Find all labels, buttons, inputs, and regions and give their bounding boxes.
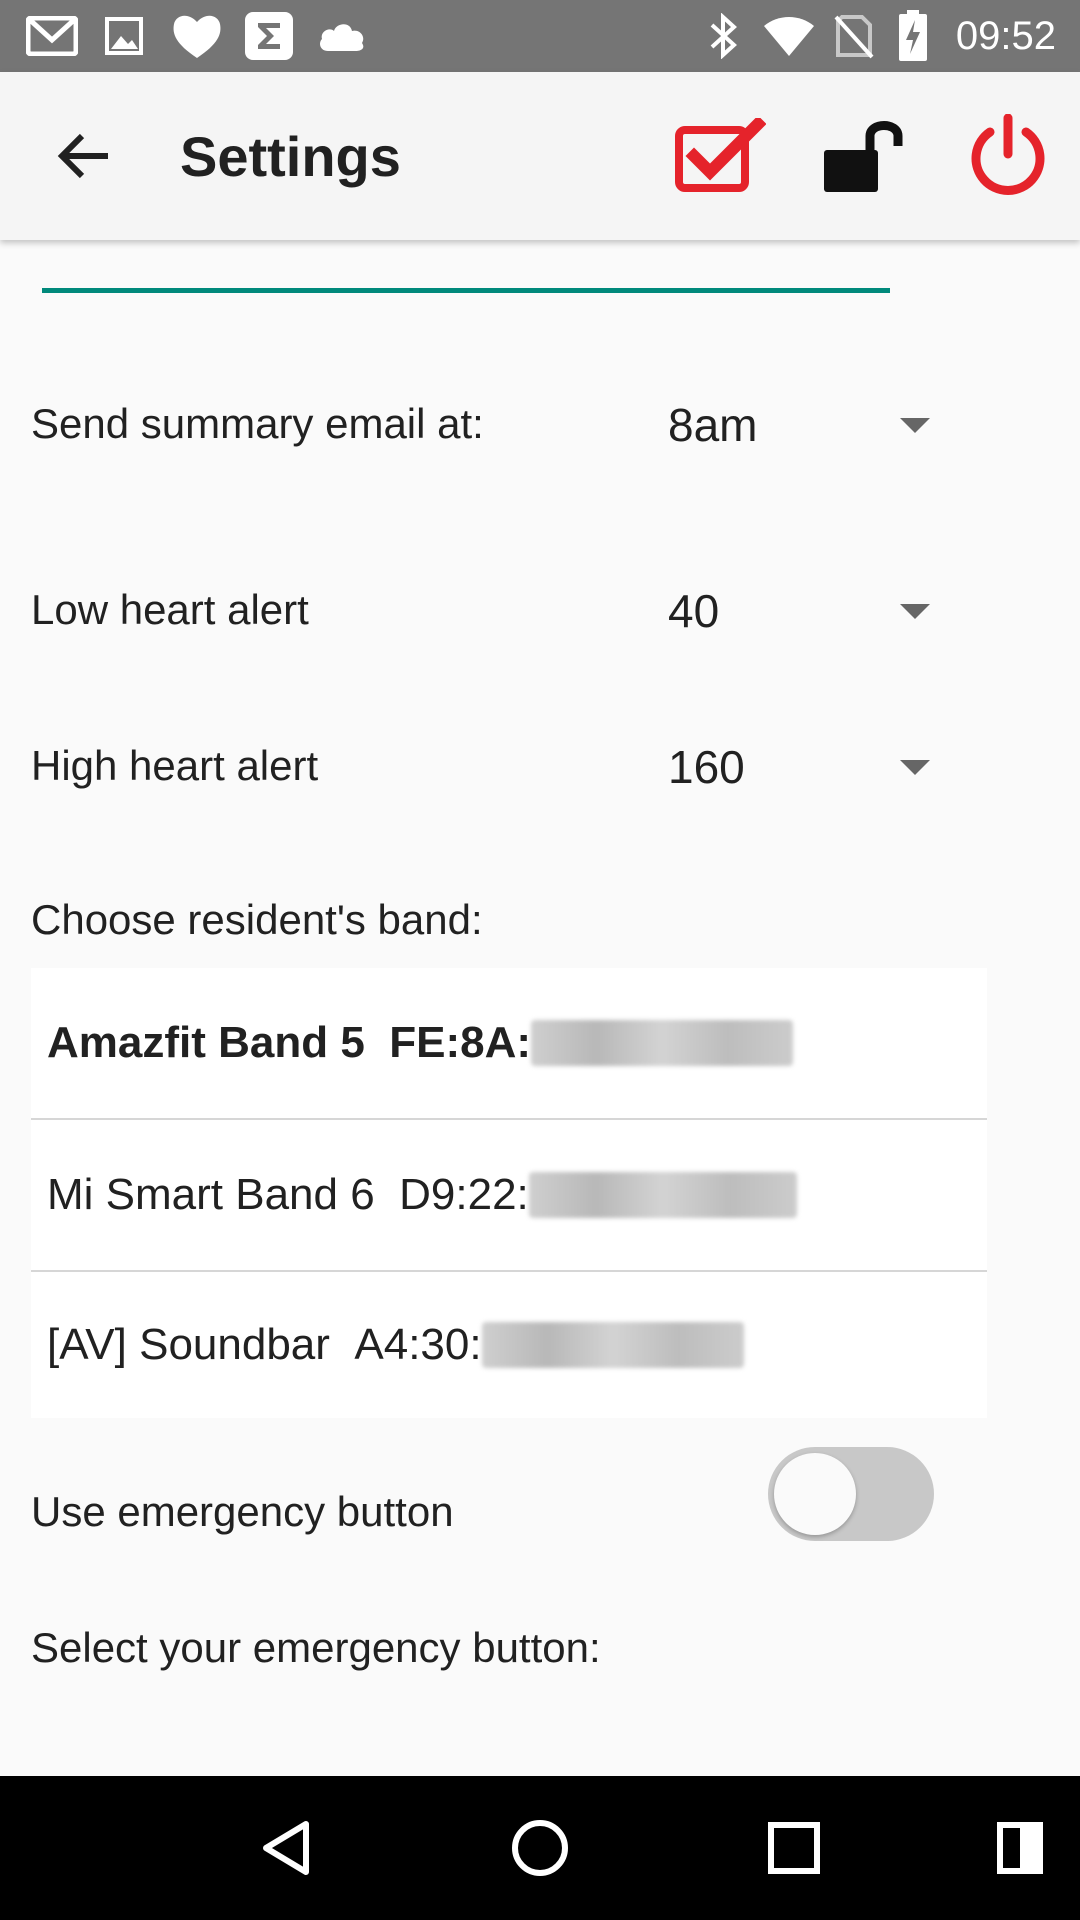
recents-square-icon bbox=[768, 1822, 820, 1874]
status-bar: 09:52 bbox=[0, 0, 1080, 72]
list-item[interactable]: Mi Smart Band 6 D9:22: bbox=[31, 1120, 987, 1272]
progress-indicator bbox=[42, 288, 890, 293]
low-heart-value: 40 bbox=[668, 585, 720, 637]
navigation-bar bbox=[0, 1776, 1080, 1920]
low-heart-spinner[interactable]: 40 bbox=[668, 561, 948, 661]
back-triangle-icon bbox=[263, 1821, 309, 1875]
band-name: [AV] Soundbar bbox=[47, 1320, 330, 1369]
summary-email-value: 8am bbox=[668, 399, 758, 451]
band-mac: FE:8A: bbox=[389, 1018, 532, 1067]
high-heart-value: 160 bbox=[668, 741, 745, 793]
heart-app-icon bbox=[170, 0, 224, 72]
page-title: Settings bbox=[180, 124, 401, 188]
list-item[interactable]: Amazfit Band 5 FE:8A: bbox=[31, 968, 987, 1120]
cloud-icon bbox=[316, 0, 366, 72]
nav-home-button[interactable] bbox=[490, 1798, 590, 1898]
band-name: Amazfit Band 5 bbox=[47, 1018, 365, 1067]
checkbox-checked-icon bbox=[675, 118, 766, 192]
emergency-toggle-label: Use emergency button bbox=[31, 1488, 454, 1535]
emergency-select-label: Select your emergency button: bbox=[31, 1624, 601, 1671]
redacted-mac-suffix bbox=[528, 1172, 797, 1218]
nav-back-button[interactable] bbox=[236, 1798, 336, 1898]
status-time: 09:52 bbox=[955, 13, 1056, 58]
unlock-icon bbox=[824, 121, 903, 192]
band-section-label: Choose resident's band: bbox=[31, 896, 483, 943]
high-heart-label: High heart alert bbox=[31, 742, 319, 789]
wifi-icon bbox=[762, 0, 816, 72]
bluetooth-icon bbox=[706, 0, 740, 72]
summary-email-spinner[interactable]: 8am bbox=[668, 375, 948, 475]
settings-content: Send summary email at: 8am Low heart ale… bbox=[0, 240, 1080, 1776]
dropdown-arrow-icon bbox=[900, 604, 930, 619]
band-mac: A4:30: bbox=[354, 1320, 482, 1369]
sigma-app-icon bbox=[244, 0, 294, 72]
nav-split-screen-button[interactable] bbox=[970, 1798, 1070, 1898]
gmail-icon bbox=[26, 0, 78, 72]
app-bar: Settings bbox=[0, 72, 1080, 240]
band-list: Amazfit Band 5 FE:8A: Mi Smart Band 6 D9… bbox=[31, 968, 987, 1418]
home-circle-icon bbox=[512, 1820, 568, 1876]
dropdown-arrow-icon bbox=[900, 760, 930, 775]
nav-recents-button[interactable] bbox=[744, 1798, 844, 1898]
redacted-mac-suffix bbox=[481, 1322, 744, 1368]
high-heart-spinner[interactable]: 160 bbox=[668, 717, 948, 817]
list-item[interactable]: [AV] Soundbar A4:30: bbox=[31, 1272, 987, 1418]
image-icon bbox=[104, 0, 144, 72]
band-name: Mi Smart Band 6 bbox=[47, 1170, 375, 1219]
toggle-thumb bbox=[774, 1453, 856, 1535]
summary-email-label: Send summary email at: bbox=[31, 400, 484, 447]
dropdown-arrow-icon bbox=[900, 418, 930, 433]
back-button[interactable] bbox=[44, 116, 124, 196]
emergency-toggle-switch[interactable] bbox=[768, 1447, 934, 1541]
split-screen-icon bbox=[997, 1822, 1043, 1874]
low-heart-label: Low heart alert bbox=[31, 586, 309, 633]
save-checkbox-button[interactable] bbox=[670, 106, 770, 206]
power-icon bbox=[971, 114, 1045, 195]
redacted-mac-suffix bbox=[531, 1020, 794, 1066]
power-button[interactable] bbox=[958, 106, 1058, 206]
no-sim-icon bbox=[834, 0, 874, 72]
battery-charging-icon bbox=[898, 0, 928, 72]
arrow-back-icon bbox=[57, 133, 108, 179]
band-mac: D9:22: bbox=[399, 1170, 529, 1219]
lock-button[interactable] bbox=[814, 106, 914, 206]
